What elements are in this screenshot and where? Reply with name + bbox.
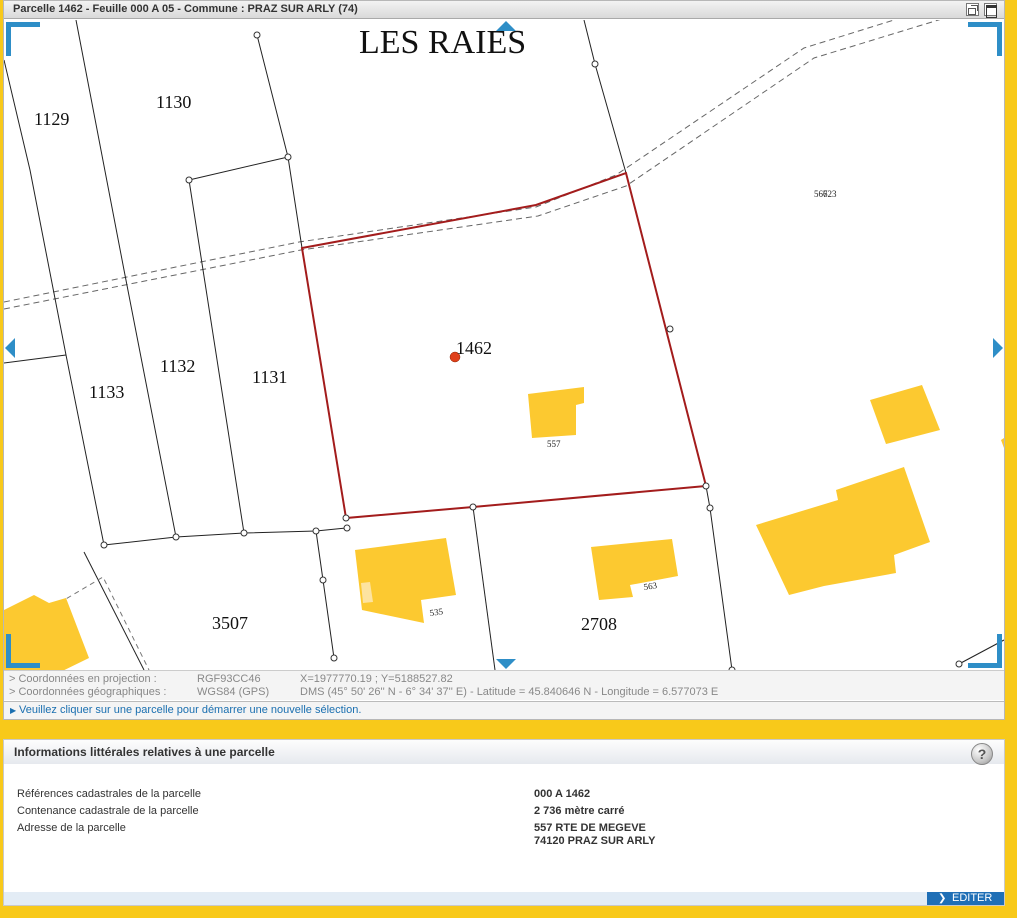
- parcel-label-1132: 1132: [160, 356, 195, 376]
- geographic-label: > Coordonnées géographiques :: [9, 686, 167, 698]
- help-icon[interactable]: ?: [971, 743, 993, 765]
- selected-parcel-1462[interactable]: [300, 171, 708, 520]
- parcel-label-2708: 2708: [581, 614, 617, 634]
- corner-marker-bottom-right: [968, 634, 1002, 668]
- address-line-1: 557 RTE DE MEGEVE: [534, 822, 646, 834]
- road: [4, 20, 941, 310]
- edit-label: EDITER: [952, 892, 993, 904]
- house-number-563: 563: [643, 580, 658, 592]
- area-value: 2 736 mètre carré: [534, 805, 625, 817]
- parcel-label-1131: 1131: [252, 367, 287, 387]
- buildings: [4, 385, 1004, 670]
- address-line-2: 74120 PRAZ SUR ARLY: [534, 835, 656, 847]
- parcel-label-1130: 1130: [156, 92, 191, 112]
- house-number-623: 623: [823, 189, 837, 199]
- triangle-right-icon: ▶: [10, 706, 17, 715]
- maximize-window-button[interactable]: [984, 3, 997, 18]
- map-title: Parcelle 1462 - Feuille 000 A 05 - Commu…: [13, 3, 358, 15]
- parcel-label-3507: 3507: [212, 613, 248, 633]
- corner-marker-bottom-left: [6, 634, 40, 668]
- info-title: Informations littérales relatives à une …: [14, 745, 275, 759]
- map-canvas[interactable]: LES RAIES 1129 1130 1133 1132 1131 1462 …: [4, 20, 1004, 670]
- map-panel: Parcelle 1462 - Feuille 000 A 05 - Commu…: [3, 0, 1005, 720]
- projection-system: RGF93CC46: [197, 673, 261, 685]
- house-number-557: 557: [547, 439, 561, 449]
- hint-text: Veuillez cliquer sur une parcelle pour d…: [19, 704, 362, 716]
- restore-window-button[interactable]: [966, 3, 979, 16]
- projection-label: > Coordonnées en projection :: [9, 673, 157, 685]
- corner-marker-top-left: [6, 22, 40, 56]
- area-label: Contenance cadastrale de la parcelle: [17, 805, 199, 817]
- coordinates-panel: > Coordonnées en projection : RGF93CC46 …: [4, 670, 1004, 700]
- corner-marker-top-right: [968, 22, 1002, 56]
- edit-button[interactable]: ❯ EDITER: [927, 892, 1004, 905]
- parcel-label-1129: 1129: [34, 109, 69, 129]
- parcel-label-1462: 1462: [456, 338, 492, 358]
- pan-right-arrow-icon[interactable]: [993, 338, 1003, 358]
- parcel-label-1133: 1133: [89, 382, 124, 402]
- reference-label: Références cadastrales de la parcelle: [17, 788, 202, 800]
- address-label: Adresse de la parcelle: [17, 822, 126, 834]
- hint-bar: ▶ Veuillez cliquer sur une parcelle pour…: [4, 701, 1004, 719]
- cadastral-map[interactable]: LES RAIES 1129 1130 1133 1132 1131 1462 …: [4, 20, 1004, 670]
- house-number-535: 535: [429, 606, 444, 618]
- chevron-right-icon: ❯: [938, 893, 947, 904]
- info-footer: ❯ EDITER: [4, 892, 1004, 905]
- pan-down-arrow-icon[interactable]: [496, 659, 516, 669]
- pan-left-arrow-icon[interactable]: [5, 338, 15, 358]
- projection-value: X=1977770.19 ; Y=5188527.82: [300, 673, 453, 685]
- pan-up-arrow-icon[interactable]: [496, 21, 516, 31]
- parcel-info-panel: Informations littérales relatives à une …: [3, 739, 1005, 906]
- geographic-value: DMS (45° 50' 26'' N - 6° 34' 37'' E) - L…: [300, 686, 719, 698]
- map-titlebar: Parcelle 1462 - Feuille 000 A 05 - Commu…: [4, 1, 1004, 19]
- geographic-system: WGS84 (GPS): [197, 686, 270, 698]
- reference-value: 000 A 1462: [534, 788, 591, 800]
- info-header: Informations littérales relatives à une …: [4, 740, 1004, 765]
